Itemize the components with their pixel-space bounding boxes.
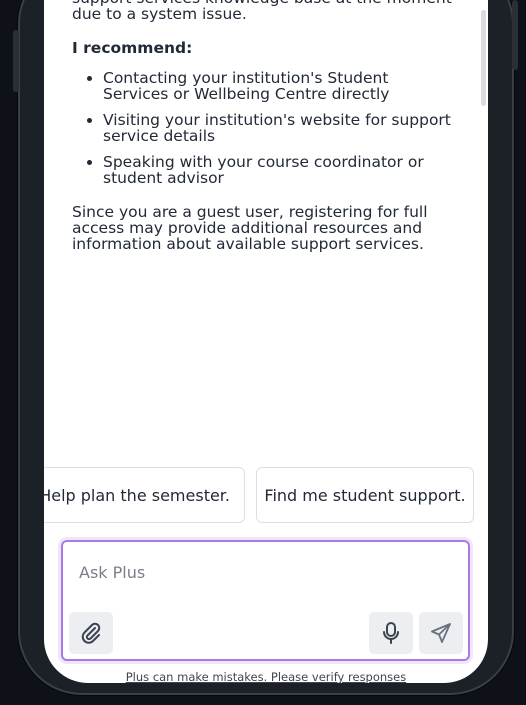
send-icon bbox=[431, 623, 451, 643]
ask-input[interactable] bbox=[77, 556, 441, 588]
chat-screen: support services knowledge base at the m… bbox=[44, 0, 488, 683]
send-button[interactable] bbox=[419, 612, 463, 654]
phone-side-button bbox=[512, 0, 518, 70]
list-item: Visiting your institution's website for … bbox=[103, 112, 452, 144]
scrollbar[interactable] bbox=[481, 10, 486, 106]
attach-button[interactable] bbox=[69, 612, 113, 654]
disclaimer-text: Plus can make mistakes. Please verify re… bbox=[125, 670, 407, 683]
mic-button[interactable] bbox=[369, 612, 413, 654]
microphone-icon bbox=[383, 622, 399, 644]
suggestion-chips: Help plan the semester. Find me student … bbox=[44, 467, 475, 525]
assistant-message: support services knowledge base at the m… bbox=[72, 0, 452, 252]
message-closing: Since you are a guest user, registering … bbox=[72, 203, 428, 253]
message-heading: I recommend: bbox=[72, 39, 193, 57]
suggestion-chip-student-support[interactable]: Find me student support. bbox=[256, 467, 474, 523]
list-item: Contacting your institution's Student Se… bbox=[103, 70, 452, 102]
recommendation-list: Contacting your institution's Student Se… bbox=[72, 70, 452, 186]
message-intro: support services knowledge base at the m… bbox=[72, 0, 452, 23]
paperclip-icon bbox=[81, 622, 101, 644]
suggestion-chip-plan-semester[interactable]: Help plan the semester. bbox=[44, 467, 245, 523]
message-composer bbox=[61, 540, 470, 661]
phone-side-button bbox=[13, 30, 19, 92]
list-item: Speaking with your course coordinator or… bbox=[103, 154, 452, 186]
